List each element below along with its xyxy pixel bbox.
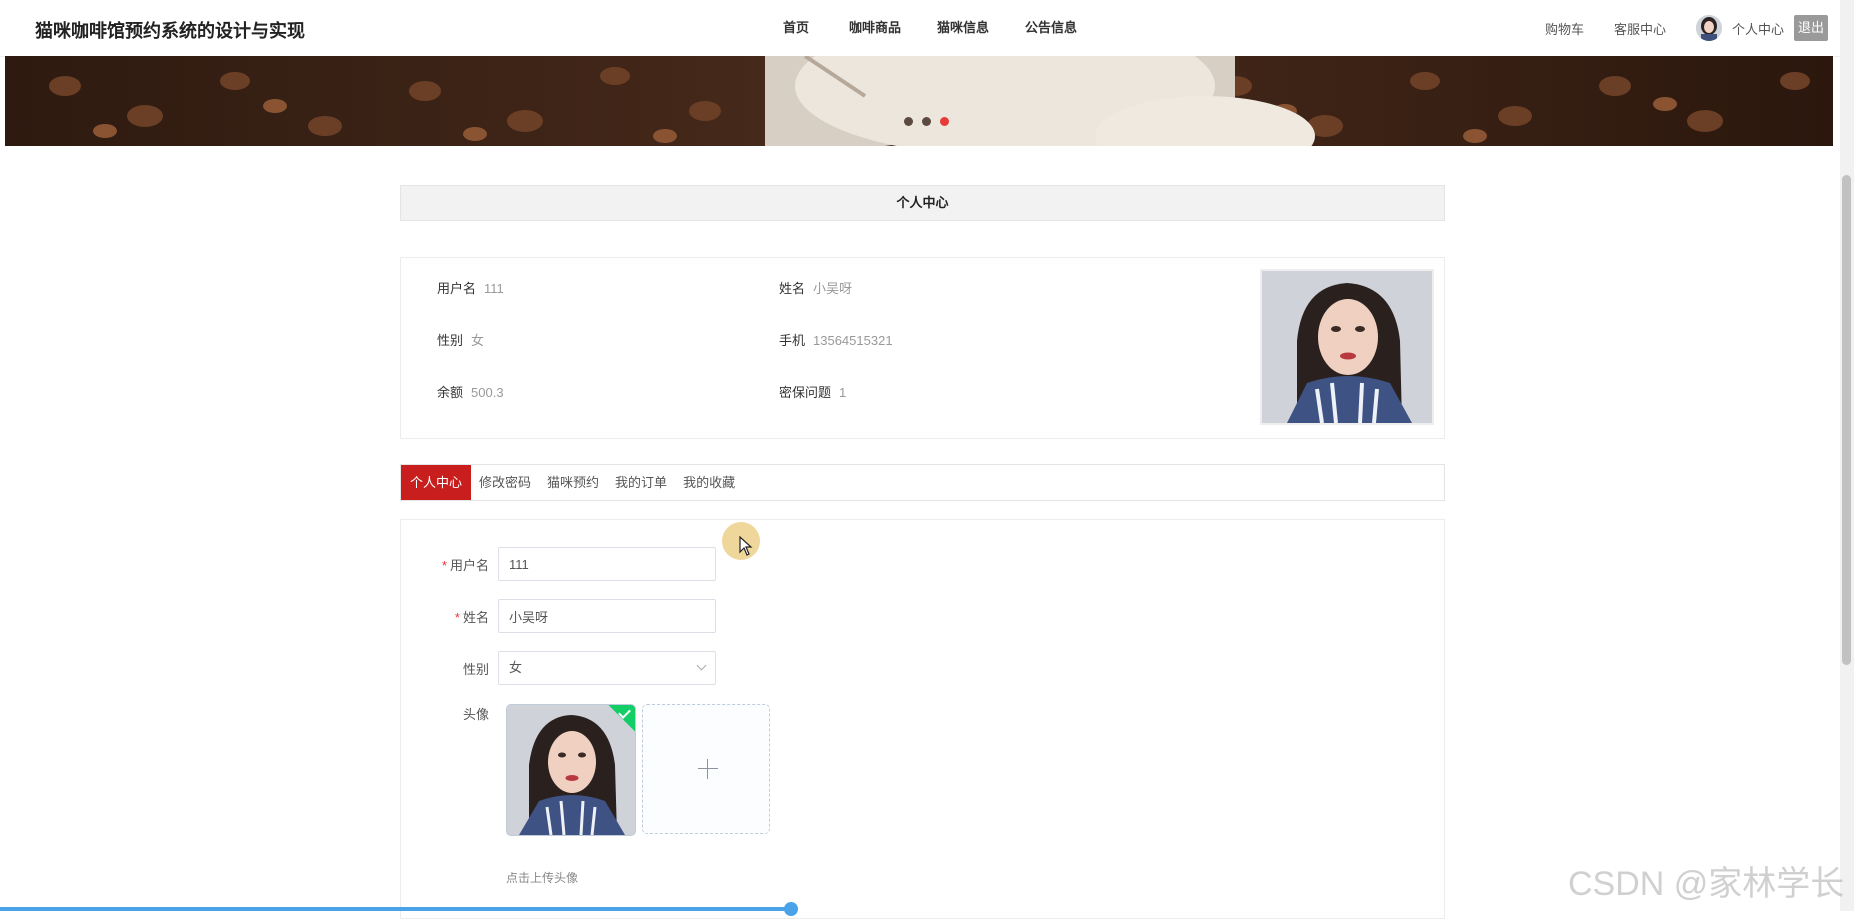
info-gender-value: 女 xyxy=(471,333,485,348)
tab-personal-center[interactable]: 个人中心 xyxy=(401,465,472,500)
info-balance: 余额 500.3 xyxy=(437,382,504,401)
gender-select[interactable]: 女 xyxy=(498,651,716,685)
name-label-text: 姓名 xyxy=(462,609,489,625)
form-row-gender: 性别 女 xyxy=(401,651,716,685)
section-title: 个人中心 xyxy=(400,185,1445,221)
required-mark: * xyxy=(441,557,447,573)
username-field-label: * 用户名 xyxy=(401,555,498,574)
scrollbar-thumb[interactable] xyxy=(1842,175,1851,665)
info-phone-label: 手机 xyxy=(779,333,806,348)
top-header: 猫咪咖啡馆预约系统的设计与实现 首页 咖啡商品 猫咪信息 公告信息 购物车 客服… xyxy=(0,0,1840,57)
banner-carousel[interactable] xyxy=(5,56,1833,146)
info-security-question: 密保问题 1 xyxy=(779,382,846,401)
tab-my-favorites[interactable]: 我的收藏 xyxy=(675,465,743,500)
user-avatar[interactable] xyxy=(1695,15,1722,41)
carousel-dot-2[interactable] xyxy=(922,117,931,126)
info-gender: 性别女 xyxy=(437,330,484,349)
info-security-question-value: 1 xyxy=(839,385,847,400)
info-balance-value: 500.3 xyxy=(471,385,504,400)
cursor-icon xyxy=(739,536,753,556)
avatar-upload-button[interactable] xyxy=(642,704,770,834)
tab-my-orders[interactable]: 我的订单 xyxy=(607,465,675,500)
uploaded-avatar-thumbnail[interactable] xyxy=(506,704,636,836)
banner-image xyxy=(5,56,1833,146)
info-phone-value: 13564515321 xyxy=(813,333,893,348)
info-name-label: 姓名 xyxy=(779,281,806,296)
tab-change-password[interactable]: 修改密码 xyxy=(471,465,539,500)
profile-form: *用户名 *姓名 性别 女 头像 点击上传头像 xyxy=(400,519,1445,919)
cart-link[interactable]: 购物车 xyxy=(1545,19,1584,38)
info-gender-label: 性别 xyxy=(437,333,464,348)
carousel-dot-1[interactable] xyxy=(904,117,913,126)
chevron-down-icon xyxy=(696,660,707,671)
username-input[interactable] xyxy=(498,547,716,581)
nav-home[interactable]: 首页 xyxy=(783,0,809,56)
form-row-name: * 姓名 xyxy=(401,599,716,633)
logout-button[interactable]: 退出 xyxy=(1794,15,1828,41)
required-mark: * xyxy=(454,609,460,625)
main-nav: 首页 咖啡商品 猫咪信息 公告信息 xyxy=(760,0,1113,56)
video-progress-bar[interactable] xyxy=(0,907,792,911)
gender-field-label: 性别 xyxy=(462,661,489,677)
avatar-upload-hint: 点击上传头像 xyxy=(506,871,579,885)
profile-info-card: 用户名 111 姓名 小吴呀 性别女 手机 13564515321 余额 500.3 密… xyxy=(400,257,1445,439)
info-phone: 手机 13564515321 xyxy=(779,330,893,349)
info-name: 姓名 小吴呀 xyxy=(779,278,852,297)
info-username-label: 用户名 xyxy=(437,281,477,296)
carousel-dot-3[interactable] xyxy=(940,117,949,126)
header-user-area: 购物车 客服中心 个人中心 退出 xyxy=(1545,13,1828,43)
progress-handle[interactable] xyxy=(784,902,798,916)
name-input[interactable] xyxy=(498,599,716,633)
info-security-question-label: 密保问题 xyxy=(779,385,832,400)
nav-coffee-products[interactable]: 咖啡商品 xyxy=(849,0,901,56)
nav-cat-info[interactable]: 猫咪信息 xyxy=(937,0,989,56)
nav-announcements[interactable]: 公告信息 xyxy=(1025,0,1077,56)
gender-select-value: 女 xyxy=(509,660,523,675)
profile-tabs: 个人中心 修改密码 猫咪预约 我的订单 我的收藏 xyxy=(400,464,1445,501)
name-field-label: * 姓名 xyxy=(401,607,498,626)
carousel-indicators xyxy=(904,117,958,126)
avatar-field-label: 头像 xyxy=(462,707,489,722)
tab-cat-reservation[interactable]: 猫咪预约 xyxy=(539,465,607,500)
info-username-value: 111 xyxy=(484,281,504,296)
user-center-link[interactable]: 个人中心 xyxy=(1732,19,1784,38)
form-row-username: * 用户名 xyxy=(401,547,716,581)
plus-icon xyxy=(698,768,718,769)
info-name-value: 小吴呀 xyxy=(813,281,853,296)
profile-photo xyxy=(1260,269,1434,425)
customer-service-link[interactable]: 客服中心 xyxy=(1614,19,1666,38)
info-username: 用户名 111 xyxy=(437,278,504,297)
page-scrollbar[interactable] xyxy=(1840,0,1854,911)
username-label-text: 用户名 xyxy=(449,557,489,573)
site-title: 猫咪咖啡馆预约系统的设计与实现 xyxy=(35,21,305,41)
info-balance-label: 余额 xyxy=(437,385,464,400)
watermark: CSDN @家林学长 xyxy=(1568,865,1845,903)
plus-icon-vertical xyxy=(707,759,708,779)
